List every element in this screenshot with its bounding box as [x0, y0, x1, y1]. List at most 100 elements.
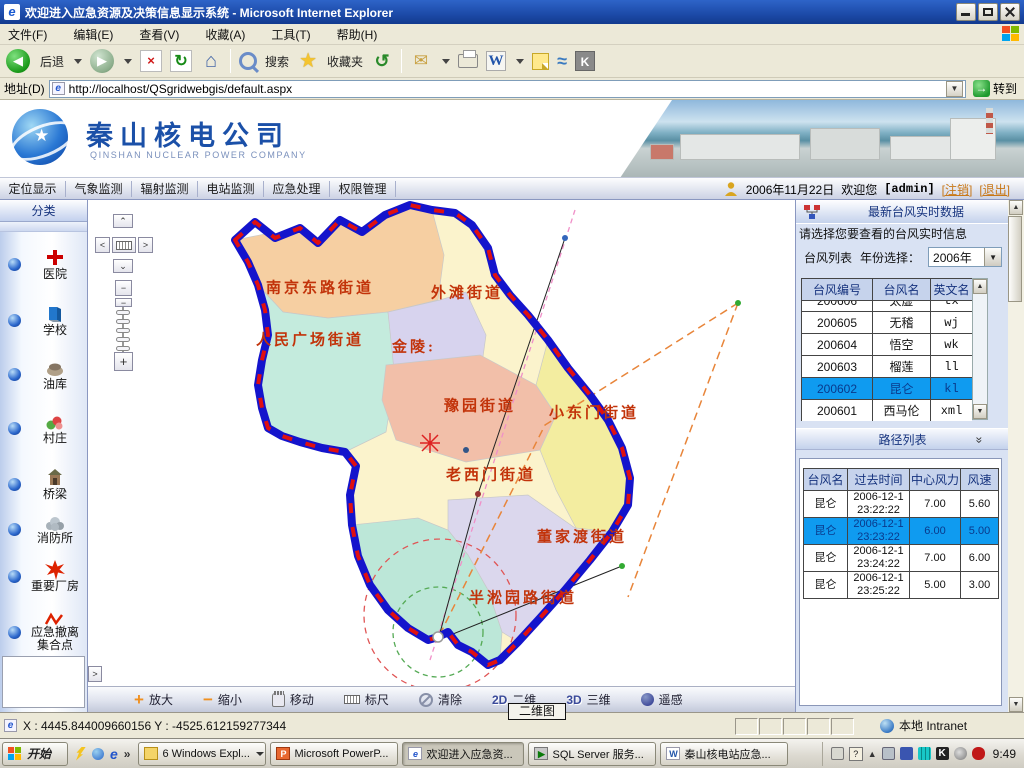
taskbar-button-sql-server[interactable]: ▶ SQL Server 服务... — [528, 742, 656, 766]
table-scrollbar[interactable]: ▲ ▼ — [972, 278, 988, 420]
taskbar-clock[interactable]: 9:49 — [990, 747, 1016, 761]
address-dropdown-icon[interactable]: ▼ — [946, 81, 963, 97]
tab-location-display[interactable]: 定位显示 — [0, 181, 66, 197]
edit-word-button[interactable]: W — [486, 51, 506, 71]
table-row[interactable]: 200604悟空wk — [802, 334, 973, 356]
menu-help[interactable]: 帮助(H) — [337, 26, 378, 43]
refresh-button[interactable]: ↻ — [170, 50, 192, 72]
scroll-thumb[interactable] — [1008, 216, 1022, 302]
edit-dropdown-icon[interactable] — [516, 59, 524, 64]
scroll-up-icon[interactable]: ▲ — [973, 279, 987, 294]
history-button[interactable]: ↺ — [371, 50, 393, 72]
table-row[interactable]: 昆仑2006-12-1 23:24:227.006.00 — [804, 545, 999, 572]
sidebar-item-assembly-point[interactable]: 应急撤离集合点 — [8, 612, 84, 652]
close-button[interactable] — [1000, 3, 1020, 21]
path-list-bar[interactable]: 路径列表 » — [796, 428, 1009, 450]
note-icon[interactable] — [532, 53, 549, 70]
logout-link[interactable]: [注销] — [942, 181, 973, 198]
taskbar-button-powerpoint[interactable]: P Microsoft PowerP... — [270, 742, 398, 766]
print-button[interactable] — [458, 54, 478, 68]
pan-left-button[interactable]: < — [95, 237, 110, 253]
table-row[interactable]: 昆仑2006-12-1 23:22:227.005.60 — [804, 491, 999, 518]
messenger-icon[interactable]: ≈ — [557, 51, 567, 72]
back-label[interactable]: 后退 — [40, 53, 64, 70]
kaspersky-icon[interactable]: K — [575, 51, 595, 71]
scroll-down-icon[interactable]: ▼ — [973, 404, 987, 419]
quick-launch-overflow-icon[interactable]: » — [124, 747, 131, 761]
menu-favorites[interactable]: 收藏(A) — [205, 26, 245, 43]
pan-tool[interactable]: 移动 — [272, 691, 314, 708]
back-button[interactable]: ◀ — [6, 49, 30, 73]
tab-weather-monitor[interactable]: 气象监测 — [66, 181, 132, 197]
address-url[interactable]: http://localhost/QSgridwebgis/default.as… — [69, 82, 292, 96]
pan-right-button[interactable]: > — [138, 237, 153, 253]
tab-permission-mgmt[interactable]: 权限管理 — [330, 181, 396, 197]
tab-emergency-handling[interactable]: 应急处理 — [264, 181, 330, 197]
sidebar-item-school[interactable]: 学校 — [8, 304, 84, 337]
quick-launch-bolt-icon[interactable] — [76, 747, 86, 761]
tab-station-monitor[interactable]: 电站监测 — [198, 181, 264, 197]
search-icon[interactable] — [239, 52, 257, 70]
menu-edit[interactable]: 编辑(E) — [73, 26, 113, 43]
sidebar-item-village[interactable]: 村庄 — [8, 412, 84, 445]
swirl-tray-icon[interactable] — [954, 747, 967, 760]
menu-file[interactable]: 文件(F) — [8, 26, 47, 43]
search-label[interactable]: 搜索 — [265, 53, 289, 70]
home-button[interactable]: ⌂ — [200, 50, 222, 72]
forward-dropdown-icon[interactable] — [124, 59, 132, 64]
table-row[interactable]: 200603榴莲ll — [802, 356, 973, 378]
table-row[interactable]: 昆仑2006-12-1 23:25:225.003.00 — [804, 572, 999, 599]
taskbar-button-explorer-group[interactable]: 6 Windows Expl... — [138, 742, 266, 766]
menu-view[interactable]: 查看(V) — [139, 26, 179, 43]
favorites-star-icon[interactable]: ★ — [297, 50, 319, 72]
pan-up-button[interactable]: ⌃ — [113, 214, 133, 228]
stop-button[interactable]: × — [140, 50, 162, 72]
address-input[interactable]: e http://localhost/QSgridwebgis/default.… — [49, 80, 966, 98]
expand-right-button[interactable]: > — [88, 666, 102, 682]
sidebar-item-fire-station[interactable]: 消防所 — [8, 514, 84, 545]
map-area[interactable]: 南京东路街道 外滩街道 人民广场街道 金陵: 豫园街道 小东门街道 老西门街道 … — [88, 200, 795, 712]
minimize-button[interactable] — [956, 3, 976, 21]
scroll-down-icon[interactable]: ▼ — [1009, 697, 1023, 712]
start-button[interactable]: 开始 — [2, 742, 68, 766]
sidebar-item-oil-depot[interactable]: 油库 — [8, 358, 84, 391]
ati-tray-icon[interactable] — [972, 747, 985, 760]
taskbar-button-word[interactable]: W 秦山核电站应急... — [660, 742, 788, 766]
network-tray-icon[interactable] — [900, 747, 913, 760]
tray-collapse-icon[interactable]: ▲ — [868, 749, 877, 759]
zoom-in-tool[interactable]: +放大 — [134, 691, 173, 708]
zoom-slider-handle[interactable]: − — [115, 298, 132, 307]
remote-sensing-tool[interactable]: 遥感 — [641, 691, 683, 708]
restore-button[interactable] — [978, 3, 998, 21]
measure-button[interactable] — [112, 237, 136, 253]
table-row[interactable]: 200606太虚tx — [802, 301, 973, 312]
year-dropdown[interactable]: 2006年 ▼ — [928, 247, 1002, 267]
favorites-label[interactable]: 收藏夹 — [327, 53, 363, 70]
district-map[interactable] — [88, 200, 795, 686]
table-row[interactable]: 200605无稽wj — [802, 312, 973, 334]
menu-tools[interactable]: 工具(T) — [271, 26, 310, 43]
quick-launch-ie-icon[interactable]: e — [110, 746, 118, 762]
tab-radiation-monitor[interactable]: 辐射监测 — [132, 181, 198, 197]
table-row-selected[interactable]: 昆仑2006-12-1 23:23:226.005.00 — [804, 518, 999, 545]
back-dropdown-icon[interactable] — [74, 59, 82, 64]
sidebar-item-bridge[interactable]: 桥梁 — [8, 468, 84, 501]
zoom-out-tool[interactable]: −缩小 — [203, 691, 242, 708]
go-button[interactable]: → 转到 — [970, 80, 1020, 97]
zoom-plus-button[interactable]: + — [114, 352, 133, 371]
quick-launch-msn-icon[interactable] — [92, 748, 104, 760]
scroll-up-icon[interactable]: ▲ — [1009, 200, 1023, 215]
exit-link[interactable]: [退出] — [979, 181, 1010, 198]
year-dropdown-icon[interactable]: ▼ — [984, 248, 1001, 266]
kaspersky-tray-icon[interactable]: K — [936, 747, 949, 760]
table-row-selected[interactable]: 200602昆仑kl — [802, 378, 973, 400]
table-row[interactable]: 200601西马伦xml — [802, 400, 973, 422]
keyboard-layout-icon[interactable] — [831, 747, 844, 760]
mail-dropdown-icon[interactable] — [442, 59, 450, 64]
forward-button[interactable]: ▶ — [90, 49, 114, 73]
sidebar-item-hospital[interactable]: 医院 — [8, 248, 84, 281]
zoom-minus-button[interactable]: − — [115, 280, 132, 296]
pan-down-button[interactable]: ⌄ — [113, 259, 133, 273]
clear-tool[interactable]: 清除 — [419, 691, 462, 708]
chevron-down-icon[interactable]: » — [969, 437, 991, 444]
